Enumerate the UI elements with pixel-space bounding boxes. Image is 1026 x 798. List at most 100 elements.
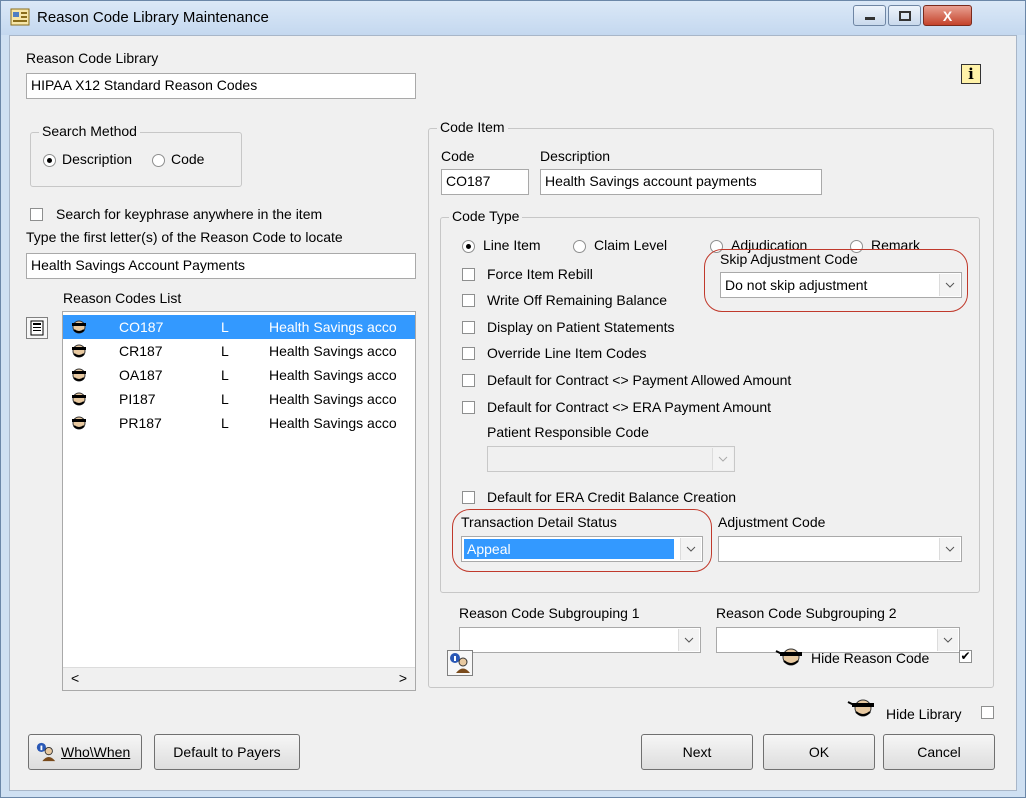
info-icon[interactable]: i: [961, 64, 981, 84]
who-when-label: Who\When: [61, 744, 131, 760]
default-allowed-label[interactable]: Default for Contract <> Payment Allowed …: [487, 372, 791, 388]
claim-level-label[interactable]: Claim Level: [594, 237, 667, 253]
row-type: L: [221, 391, 229, 407]
row-code: PR187: [119, 415, 162, 431]
row-description: Health Savings acco: [269, 343, 397, 359]
minimize-icon: [864, 16, 875, 20]
disguise-icon: [847, 699, 874, 717]
default-credit-checkbox[interactable]: [462, 491, 475, 504]
maximize-button[interactable]: [888, 5, 921, 26]
row-code: PI187: [119, 391, 156, 407]
force-rebill-label[interactable]: Force Item Rebill: [487, 266, 593, 282]
scroll-right-icon[interactable]: >: [399, 670, 407, 686]
code-radio[interactable]: [152, 154, 165, 167]
list-item[interactable]: CO187 L Health Savings acco: [63, 315, 415, 339]
disguise-icon: [775, 648, 802, 666]
horizontal-scrollbar[interactable]: < >: [63, 667, 415, 690]
next-button[interactable]: Next: [641, 734, 753, 770]
close-button[interactable]: X: [923, 5, 972, 26]
description-field[interactable]: Health Savings account payments: [540, 169, 822, 195]
row-description: Health Savings acco: [269, 367, 397, 383]
default-era-label[interactable]: Default for Contract <> ERA Payment Amou…: [487, 399, 771, 415]
row-type: L: [221, 319, 229, 335]
list-item[interactable]: OA187 L Health Savings acco: [63, 363, 415, 387]
override-line-label[interactable]: Override Line Item Codes: [487, 345, 647, 361]
search-method-group: Search Method Description Code: [30, 123, 242, 187]
subgroup1-label: Reason Code Subgrouping 1: [459, 605, 640, 621]
code-item-group: Code Item Code CO187 Description Health …: [428, 119, 994, 688]
default-to-payers-button[interactable]: Default to Payers: [154, 734, 300, 770]
force-rebill-checkbox[interactable]: [462, 268, 475, 281]
list-item[interactable]: CR187 L Health Savings acco: [63, 339, 415, 363]
hide-reason-code-checkbox[interactable]: ✔: [959, 650, 972, 663]
line-item-radio[interactable]: [462, 240, 475, 253]
remark-label[interactable]: Remark: [871, 237, 920, 253]
display-statements-label[interactable]: Display on Patient Statements: [487, 319, 675, 335]
list-item[interactable]: PI187 L Health Savings acco: [63, 387, 415, 411]
chevron-down-icon: [939, 274, 960, 296]
title-bar[interactable]: Reason Code Library Maintenance X: [1, 1, 1025, 35]
library-field[interactable]: HIPAA X12 Standard Reason Codes: [26, 73, 416, 99]
default-era-checkbox[interactable]: [462, 401, 475, 414]
app-icon: [10, 8, 30, 26]
reason-list-label: Reason Codes List: [63, 290, 182, 306]
minimize-button[interactable]: [853, 5, 886, 26]
disguise-icon: [72, 344, 86, 358]
hide-library-checkbox[interactable]: [981, 706, 994, 719]
code-type-legend: Code Type: [449, 208, 523, 224]
disguise-icon: [72, 368, 86, 382]
code-field[interactable]: CO187: [441, 169, 529, 195]
default-credit-label[interactable]: Default for ERA Credit Balance Creation: [487, 489, 736, 505]
code-label: Code: [441, 148, 475, 164]
display-statements-checkbox[interactable]: [462, 321, 475, 334]
transaction-status-select[interactable]: Appeal: [461, 536, 703, 562]
row-code: CR187: [119, 343, 163, 359]
library-label: Reason Code Library: [26, 50, 159, 66]
reason-codes-list[interactable]: CO187 L Health Savings acco CR187 L Heal…: [62, 311, 416, 691]
cancel-button[interactable]: Cancel: [883, 734, 995, 770]
default-allowed-checkbox[interactable]: [462, 374, 475, 387]
override-line-checkbox[interactable]: [462, 347, 475, 360]
who-when-button[interactable]: Who\When: [28, 734, 142, 770]
disguise-icon: [72, 392, 86, 406]
claim-level-radio[interactable]: [573, 240, 586, 253]
patient-responsible-select[interactable]: [487, 446, 735, 472]
row-description: Health Savings acco: [269, 415, 397, 431]
chevron-down-icon: [937, 629, 958, 651]
hide-reason-code-label[interactable]: Hide Reason Code: [811, 650, 929, 666]
list-item[interactable]: PR187 L Health Savings acco: [63, 411, 415, 435]
list-view-button[interactable]: [26, 317, 48, 339]
description-radio-label[interactable]: Description: [62, 151, 132, 167]
person-info-icon: [450, 653, 470, 673]
transaction-status-value: Appeal: [464, 539, 674, 559]
chevron-down-icon: [939, 538, 960, 560]
adjustment-code-select[interactable]: [718, 536, 962, 562]
keyphrase-checkbox[interactable]: [30, 208, 43, 221]
write-off-checkbox[interactable]: [462, 294, 475, 307]
person-info-icon: [36, 742, 56, 762]
dialog-body: Reason Code Library HIPAA X12 Standard R…: [9, 35, 1017, 791]
subgroup1-select[interactable]: [459, 627, 701, 653]
keyphrase-label[interactable]: Search for keyphrase anywhere in the ite…: [56, 206, 322, 222]
adjustment-code-label: Adjustment Code: [718, 514, 826, 530]
description-label: Description: [540, 148, 611, 164]
hide-library-label[interactable]: Hide Library: [886, 706, 961, 722]
code-radio-label[interactable]: Code: [171, 151, 204, 167]
skip-adjustment-value: Do not skip adjustment: [725, 277, 868, 293]
patient-responsible-label: Patient Responsible Code: [487, 424, 649, 440]
maximize-icon: [898, 10, 911, 21]
chevron-down-icon: [712, 448, 733, 470]
chevron-down-icon: [678, 629, 699, 651]
row-type: L: [221, 415, 229, 431]
skip-adjustment-select[interactable]: Do not skip adjustment: [720, 272, 962, 298]
description-radio[interactable]: [43, 154, 56, 167]
row-code: CO187: [119, 319, 164, 335]
scroll-left-icon[interactable]: <: [71, 670, 79, 686]
ok-button[interactable]: OK: [763, 734, 875, 770]
locate-input[interactable]: Health Savings Account Payments: [26, 253, 416, 279]
write-off-label[interactable]: Write Off Remaining Balance: [487, 292, 667, 308]
person-info-button[interactable]: [447, 650, 473, 676]
line-item-label[interactable]: Line Item: [483, 237, 541, 253]
window-title: Reason Code Library Maintenance: [37, 9, 269, 26]
disguise-icon: [72, 320, 86, 334]
